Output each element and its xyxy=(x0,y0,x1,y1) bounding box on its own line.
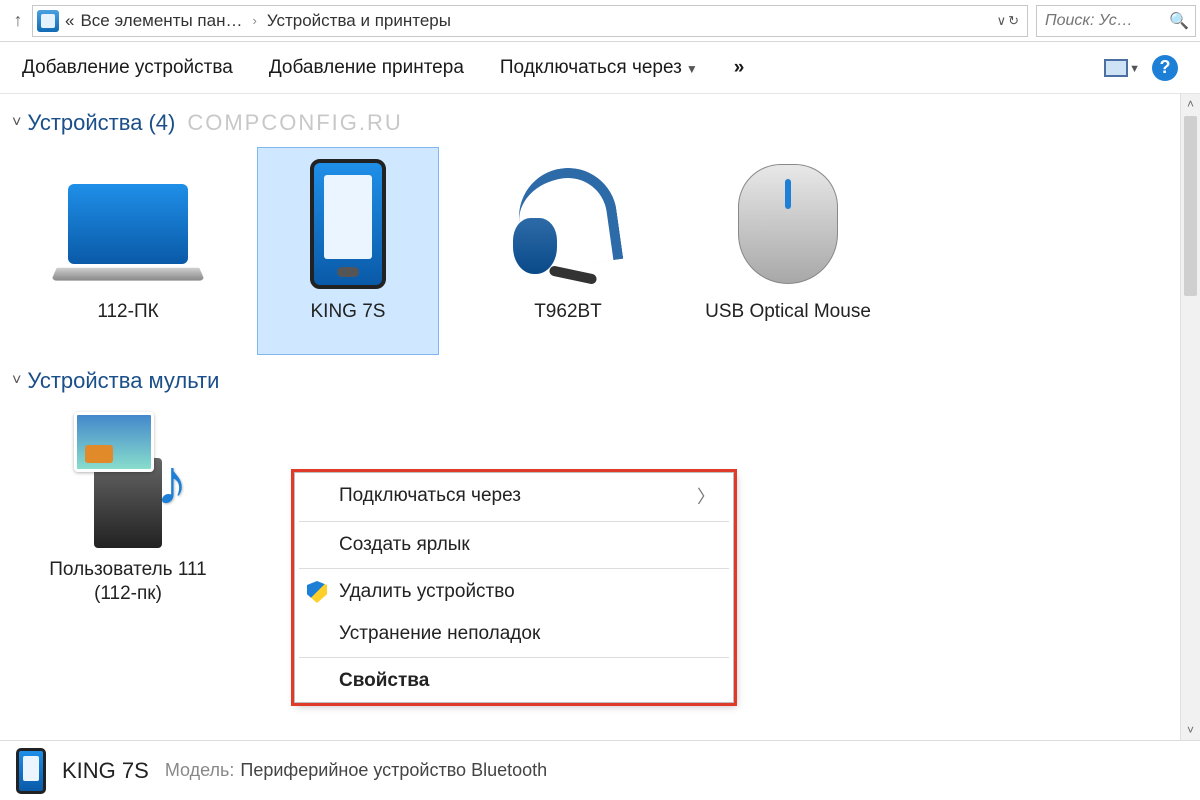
device-label: 112-ПК xyxy=(97,300,158,348)
breadcrumb-parent[interactable]: Все элементы пан… xyxy=(80,11,242,31)
content-area: ˅ Устройства (4) COMPCONFIG.RU 112-ПК KI… xyxy=(0,94,1200,740)
section-multimedia-header[interactable]: ˅ Устройства мульти xyxy=(12,368,1188,394)
chevron-down-icon: ▼ xyxy=(1129,63,1140,75)
menu-label: Устранение неполадок xyxy=(339,623,540,645)
menu-label: Свойства xyxy=(339,670,429,692)
watermark-text: COMPCONFIG.RU xyxy=(187,110,402,136)
add-printer-button[interactable]: Добавление принтера xyxy=(269,57,464,79)
collapse-icon[interactable]: ˅ xyxy=(12,372,21,390)
headset-icon xyxy=(513,164,623,284)
address-bar: ↑ « Все элементы пан… › Устройства и при… xyxy=(0,0,1200,42)
menu-separator xyxy=(299,521,729,522)
details-model: Модель:Периферийное устройство Bluetooth xyxy=(165,760,547,781)
menu-troubleshoot[interactable]: Устранение неполадок xyxy=(295,613,733,655)
scroll-thumb[interactable] xyxy=(1184,116,1197,296)
menu-separator xyxy=(299,568,729,569)
connect-via-label: Подключаться через xyxy=(500,57,682,78)
phone-icon xyxy=(310,159,386,289)
up-button[interactable]: ↑ xyxy=(4,10,32,31)
section-count: (4) xyxy=(148,110,175,136)
view-options-button[interactable]: ▼ xyxy=(1104,59,1128,77)
breadcrumb-prefix: « xyxy=(65,11,74,31)
media-server-icon: ♪ xyxy=(68,412,188,552)
scroll-down-icon[interactable]: ˅ xyxy=(1181,720,1200,740)
chevron-down-icon: ∨ xyxy=(997,13,1007,29)
laptop-icon xyxy=(68,184,188,264)
help-button[interactable]: ? xyxy=(1152,55,1178,81)
menu-properties[interactable]: Свойства xyxy=(295,660,733,702)
device-label: KING 7S xyxy=(311,300,386,348)
menu-remove-device[interactable]: Удалить устройство xyxy=(295,571,733,613)
details-pane: KING 7S Модель:Периферийное устройство B… xyxy=(0,740,1200,800)
device-item-laptop[interactable]: 112-ПК xyxy=(38,148,218,354)
menu-label: Подключаться через xyxy=(339,485,521,507)
mouse-icon xyxy=(738,164,838,284)
phone-icon xyxy=(16,748,46,794)
add-device-button[interactable]: Добавление устройства xyxy=(22,57,233,79)
menu-label: Создать ярлык xyxy=(339,534,470,556)
device-label: USB Optical Mouse xyxy=(705,300,871,348)
search-icon[interactable]: 🔍 xyxy=(1169,11,1189,31)
connect-via-button[interactable]: Подключаться через▼ xyxy=(500,57,698,79)
section-title: Устройства xyxy=(27,110,142,136)
breadcrumb[interactable]: « Все элементы пан… › Устройства и принт… xyxy=(32,5,1028,37)
vertical-scrollbar[interactable]: ˄ ˅ xyxy=(1180,94,1200,740)
search-box[interactable]: 🔍 xyxy=(1036,5,1196,37)
chevron-right-icon: 〉 xyxy=(697,483,715,509)
details-model-label: Модель: xyxy=(165,760,235,780)
command-toolbar: Добавление устройства Добавление принтер… xyxy=(0,42,1200,94)
scroll-up-icon[interactable]: ˄ xyxy=(1181,94,1200,114)
shield-icon xyxy=(307,581,327,603)
menu-create-shortcut[interactable]: Создать ярлык xyxy=(295,524,733,566)
chevron-down-icon: ▼ xyxy=(682,62,698,76)
menu-label: Удалить устройство xyxy=(339,581,515,603)
context-menu: Подключаться через 〉 Создать ярлык Удали… xyxy=(294,472,734,703)
section-title: Устройства мульти xyxy=(27,368,219,394)
details-model-value: Периферийное устройство Bluetooth xyxy=(240,760,547,780)
refresh-icon[interactable]: ↻ xyxy=(1008,13,1019,29)
menu-separator xyxy=(299,657,729,658)
section-devices-header[interactable]: ˅ Устройства (4) COMPCONFIG.RU xyxy=(12,110,1188,136)
devices-row: 112-ПК KING 7S T962BT USB Optical Mouse xyxy=(12,140,1188,354)
device-label: T962BT xyxy=(534,300,602,348)
device-label: Пользователь 111 (112-пк) xyxy=(44,558,212,606)
control-panel-icon xyxy=(37,10,59,32)
chevron-right-icon[interactable]: › xyxy=(248,13,260,28)
breadcrumb-current[interactable]: Устройства и принтеры xyxy=(267,11,451,31)
menu-connect-via[interactable]: Подключаться через 〉 xyxy=(295,473,733,519)
device-item-mouse[interactable]: USB Optical Mouse xyxy=(698,148,878,354)
address-dropdown[interactable]: ∨ ↻ xyxy=(993,13,1023,29)
overflow-button[interactable]: » xyxy=(734,57,745,79)
device-item-phone[interactable]: KING 7S xyxy=(258,148,438,354)
details-name: KING 7S xyxy=(62,758,149,784)
collapse-icon[interactable]: ˅ xyxy=(12,114,21,132)
device-item-media-server[interactable]: ♪ Пользователь 111 (112-пк) xyxy=(38,406,218,612)
search-input[interactable] xyxy=(1043,11,1153,31)
device-item-headset[interactable]: T962BT xyxy=(478,148,658,354)
